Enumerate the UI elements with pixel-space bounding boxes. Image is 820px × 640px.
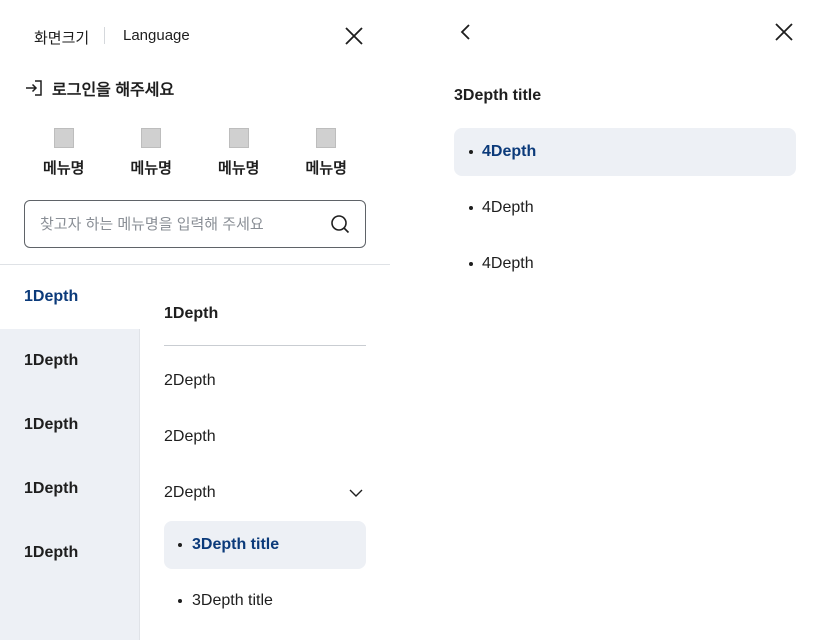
depth2-item[interactable]: 2Depth [164, 361, 366, 401]
right-depth4-panel: 3Depth title 4Depth 4Depth 4Depth [430, 0, 820, 640]
close-icon[interactable] [342, 24, 366, 48]
quick-menu-label: 메뉴명 [130, 160, 172, 177]
login-icon [24, 78, 44, 98]
depth2-title: 1Depth [164, 305, 219, 322]
quick-menu-item[interactable]: 메뉴명 [283, 128, 371, 178]
depth2-divider [164, 345, 366, 346]
depth2-menu: 1Depth 2Depth 2Depth 2Depth 3Depth title… [164, 265, 366, 640]
depth2-label: 2Depth [164, 484, 216, 501]
chevron-down-icon [348, 485, 364, 501]
depth1-item[interactable]: 1Depth [0, 329, 140, 393]
depth1-item[interactable]: 1Depth [0, 457, 140, 521]
search-input[interactable] [40, 215, 329, 233]
bullet-icon [469, 150, 473, 154]
quick-menu-label: 메뉴명 [218, 160, 260, 177]
depth4-item[interactable]: 4Depth [454, 240, 796, 288]
depth4-label: 4Depth [482, 143, 537, 160]
depth3-item[interactable]: 3Depth title [164, 577, 366, 625]
placeholder-icon [53, 128, 74, 148]
menu-search-box [24, 200, 366, 248]
depth3-label: 3Depth title [192, 536, 280, 553]
left-menu-panel: 화면크기 Language 로그인을 해주세요 메뉴명 메뉴명 메뉴명 메뉴명 … [0, 0, 390, 640]
bullet-icon [469, 262, 473, 266]
bullet-icon [178, 599, 182, 603]
depth1-menu: 1Depth 1Depth 1Depth 1Depth 1Depth [0, 265, 141, 640]
quick-menu-label: 메뉴명 [305, 160, 347, 177]
depth3-panel-title: 3Depth title [454, 87, 542, 104]
depth1-item[interactable]: 1Depth [0, 393, 140, 457]
depth2-label: 2Depth [164, 372, 216, 389]
depth2-item-expanded[interactable]: 2Depth [164, 473, 366, 513]
screen-size-button[interactable]: 화면크기 [34, 27, 89, 48]
bullet-icon [178, 543, 182, 547]
login-link[interactable]: 로그인을 해주세요 [24, 76, 174, 100]
quick-menu: 메뉴명 메뉴명 메뉴명 메뉴명 [20, 128, 370, 178]
depth4-label: 4Depth [482, 199, 534, 216]
quick-menu-item[interactable]: 메뉴명 [20, 128, 108, 178]
depth1-item[interactable]: 1Depth [0, 265, 141, 329]
chevron-left-icon[interactable] [454, 20, 478, 44]
depth2-label: 2Depth [164, 428, 216, 445]
quick-menu-item[interactable]: 메뉴명 [108, 128, 196, 178]
close-icon[interactable] [772, 20, 796, 44]
menu-topbar: 화면크기 Language [0, 0, 390, 72]
depth4-item[interactable]: 4Depth [454, 184, 796, 232]
depth4-label: 4Depth [482, 255, 534, 272]
placeholder-icon [316, 128, 337, 148]
depth2-item[interactable]: 2Depth [164, 417, 366, 457]
utility-divider [104, 27, 105, 44]
login-label: 로그인을 해주세요 [52, 82, 175, 99]
placeholder-icon [228, 128, 249, 148]
placeholder-icon [141, 128, 162, 148]
depth3-item[interactable]: 3Depth title [164, 521, 366, 569]
quick-menu-item[interactable]: 메뉴명 [195, 128, 283, 178]
search-icon[interactable] [329, 213, 351, 235]
language-button[interactable]: Language [123, 27, 190, 44]
depth1-item[interactable]: 1Depth [0, 521, 140, 585]
depth3-label: 3Depth title [192, 592, 273, 609]
quick-menu-label: 메뉴명 [43, 160, 85, 177]
bullet-icon [469, 206, 473, 210]
depth4-item[interactable]: 4Depth [454, 128, 796, 176]
